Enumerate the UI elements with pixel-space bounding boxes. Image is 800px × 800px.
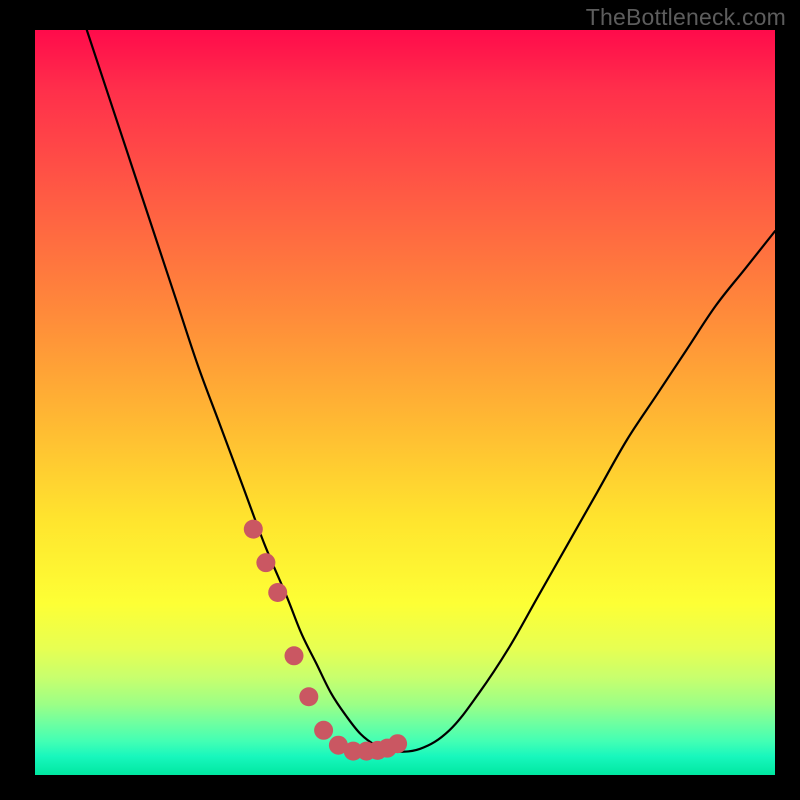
chart-frame: TheBottleneck.com: [0, 0, 800, 800]
plot-area: [35, 30, 775, 775]
curve-marker: [388, 734, 407, 753]
curve-marker: [244, 520, 263, 539]
bottleneck-curve: [87, 30, 775, 752]
curve-markers: [244, 520, 407, 761]
curve-marker: [268, 583, 287, 602]
curve-marker: [314, 721, 333, 740]
curve-marker: [256, 553, 275, 572]
curve-marker: [299, 687, 318, 706]
bottleneck-curve-svg: [35, 30, 775, 775]
watermark-text: TheBottleneck.com: [586, 4, 786, 31]
curve-marker: [285, 646, 304, 665]
